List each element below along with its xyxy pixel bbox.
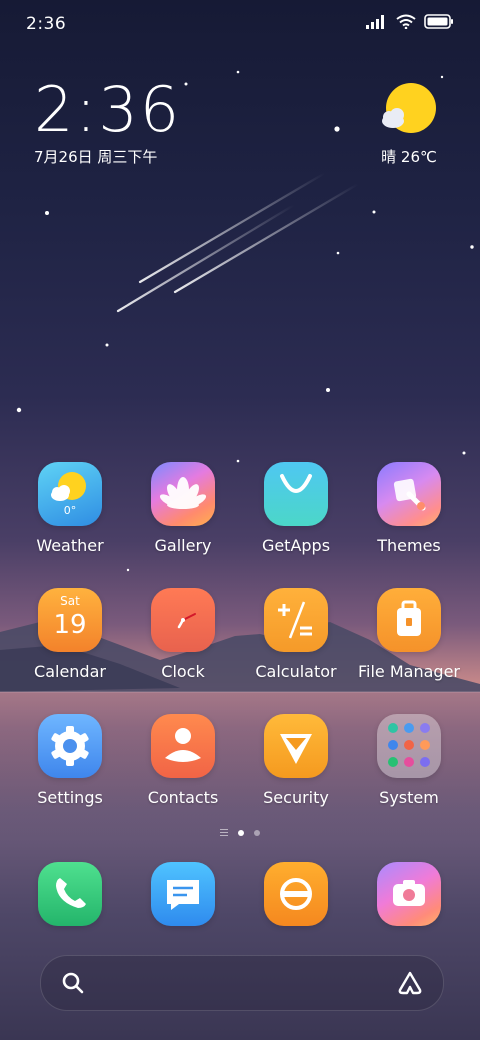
app-label: Security <box>263 788 329 807</box>
list-view-icon[interactable] <box>220 829 228 836</box>
folder-grid-icon <box>377 714 441 778</box>
app-label: Weather <box>36 536 104 555</box>
page-dot-active[interactable] <box>238 829 244 836</box>
calendar-date: 19 <box>53 610 87 640</box>
camera-icon <box>377 862 441 926</box>
app-settings[interactable]: Settings <box>15 714 125 807</box>
calendar-day: Sat <box>60 594 80 608</box>
app-file-manager[interactable]: File Manager <box>354 588 464 681</box>
brush-icon <box>377 462 441 526</box>
status-bar: 2:36 <box>0 0 480 50</box>
app-camera[interactable] <box>354 862 464 926</box>
app-label: GetApps <box>261 536 331 555</box>
app-label: Calendar <box>34 662 106 681</box>
app-label: Clock <box>161 662 205 681</box>
calculator-icon <box>264 588 328 652</box>
app-system-folder[interactable]: System <box>354 714 464 807</box>
clock-icon <box>151 588 215 652</box>
status-time: 2:36 <box>26 14 67 34</box>
clock-widget-time: 2:36 <box>34 73 182 146</box>
app-calculator[interactable]: Calculator <box>241 588 351 681</box>
app-gallery[interactable]: Gallery <box>128 462 238 555</box>
moon <box>246 554 279 592</box>
phone-icon <box>38 862 102 926</box>
wifi-icon <box>396 14 416 29</box>
app-messages[interactable] <box>128 862 238 926</box>
signal-icon <box>366 14 384 29</box>
calendar-icon: Sat 19 <box>38 588 102 652</box>
search-icon <box>62 972 84 994</box>
person-icon <box>151 714 215 778</box>
lotus-icon <box>151 462 215 526</box>
folder-icon <box>377 588 441 652</box>
shield-icon <box>264 714 328 778</box>
app-getapps[interactable]: GetApps <box>241 462 351 555</box>
messages-icon <box>151 862 215 926</box>
bag-icon <box>264 462 328 526</box>
weather-widget-temp: 晴 26℃ <box>381 148 437 166</box>
meteors <box>116 171 360 313</box>
app-label: Gallery <box>154 536 212 555</box>
app-clock[interactable]: Clock <box>128 588 238 681</box>
app-browser[interactable] <box>241 862 351 926</box>
page-indicator[interactable] <box>0 829 480 836</box>
app-themes[interactable]: Themes <box>354 462 464 555</box>
app-phone[interactable] <box>15 862 125 926</box>
search-bar[interactable] <box>40 955 444 1011</box>
battery-icon <box>424 14 453 29</box>
clock-widget-date: 7月26日 周三下午 <box>34 148 158 166</box>
browser-icon <box>264 862 328 926</box>
gear-icon <box>38 714 102 778</box>
weather-widget[interactable]: 晴 26℃ <box>374 82 444 167</box>
weather-icon: 0° <box>38 462 102 526</box>
app-label: Settings <box>37 788 103 807</box>
assistant-icon[interactable] <box>397 970 423 996</box>
app-label: File Manager <box>358 662 460 681</box>
weather-icon-temp: 0° <box>63 504 77 517</box>
app-security[interactable]: Security <box>241 714 351 807</box>
clock-widget[interactable]: 2:36 7月26日 周三下午 <box>34 78 181 167</box>
app-weather[interactable]: 0° Weather <box>15 462 125 555</box>
sun-cloud-icon <box>382 83 436 133</box>
app-label: Contacts <box>147 788 219 807</box>
app-contacts[interactable]: Contacts <box>128 714 238 807</box>
page-dot[interactable] <box>254 829 260 836</box>
app-label: Calculator <box>255 662 337 681</box>
app-calendar[interactable]: Sat 19 Calendar <box>15 588 125 681</box>
app-label: Themes <box>377 536 441 555</box>
app-label: System <box>379 788 439 807</box>
